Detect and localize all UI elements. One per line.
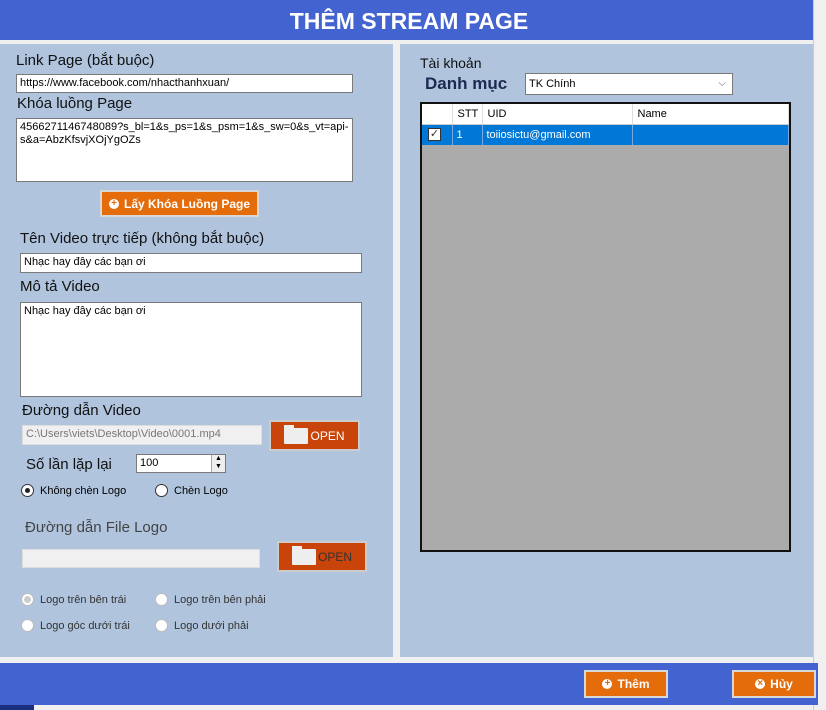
plus-icon: + [602,679,613,689]
open-video-label: OPEN [310,428,345,443]
logo-bottom-right-radio[interactable]: Logo dưới phải [155,619,249,632]
cell-name [632,124,789,145]
get-stream-key-button[interactable]: + Lấy Khóa Luồng Page [100,190,259,217]
repeat-label: Số lần lặp lại [26,456,112,473]
accounts-grid[interactable]: STT UID Name ✓ 1 toiiosictu@gmail.com [420,102,791,552]
table-row[interactable]: ✓ 1 toiiosictu@gmail.com [422,124,789,145]
radio-icon [155,484,168,497]
dialog-title: THÊM STREAM PAGE [0,0,818,40]
cell-stt: 1 [452,124,483,145]
chevron-down-icon: ⌵ [718,78,726,89]
taskbar-fragment [0,705,34,710]
radio-icon [21,484,34,497]
description-label: Mô tả Video [20,278,100,295]
left-panel: Link Page (bắt buộc) https://www.faceboo… [0,44,393,657]
stream-key-textarea[interactable]: 4566271146748089?s_bl=1&s_ps=1&s_psm=1&s… [16,118,353,182]
cell-uid: toiiosictu@gmail.com [482,124,633,145]
column-check [422,104,453,125]
logo-bottom-left-radio[interactable]: Logo góc dưới trái [21,619,130,632]
no-logo-radio[interactable]: Không chèn Logo [21,484,126,497]
account-label: Tài khoản [420,55,482,71]
open-logo-button[interactable]: OPEN [277,541,367,572]
link-page-label: Link Page (bắt buộc) [16,52,155,69]
stream-key-label: Khóa luồng Page [17,95,133,112]
close-icon: × [755,679,766,689]
category-value: TK Chính [529,78,576,90]
logo-bottom-left-label: Logo góc dưới trái [40,619,130,632]
footer-bar: + Thêm × Hủy [0,663,818,705]
logo-top-left-radio[interactable]: Logo trên bên trái [21,593,126,606]
radio-icon [21,593,34,606]
radio-icon [21,619,34,632]
logo-top-left-label: Logo trên bên trái [40,593,127,606]
logo-path-label: Đường dẫn File Logo [25,519,168,536]
grid-header: STT UID Name [422,104,789,125]
link-page-input[interactable]: https://www.facebook.com/nhacthanhxuan/ [16,74,353,93]
logo-top-right-radio[interactable]: Logo trên bên phải [155,593,266,606]
video-path-input[interactable]: C:\Users\viets\Desktop\Video\0001.mp4 [22,425,262,445]
open-logo-label: OPEN [317,549,352,564]
logo-path-input[interactable] [22,549,260,568]
repeat-stepper[interactable]: 100 ▲ ▼ [136,454,226,473]
description-textarea[interactable]: Nhạc hay đây các bạn ơi [20,302,362,397]
category-select[interactable]: TK Chính ⌵ [525,73,733,95]
window-edge [813,0,826,710]
cancel-label: Hủy [770,677,793,691]
with-logo-label: Chèn Logo [174,484,228,497]
no-logo-label: Không chèn Logo [40,484,127,497]
plus-icon: + [108,198,119,209]
folder-icon [291,545,316,565]
cancel-button[interactable]: × Hủy [732,670,816,698]
add-button[interactable]: + Thêm [584,670,668,698]
get-stream-key-label: Lấy Khóa Luồng Page [123,196,250,211]
column-uid[interactable]: UID [482,104,633,125]
radio-icon [155,593,168,606]
category-label: Danh mục [425,74,508,93]
open-video-button[interactable]: OPEN [269,420,360,451]
video-path-label: Đường dẫn Video [22,402,141,419]
repeat-value: 100 [140,457,159,469]
video-name-input[interactable]: Nhạc hay đây các bạn ơi [20,253,362,273]
spin-arrows-icon[interactable]: ▲ ▼ [211,455,225,472]
column-name[interactable]: Name [632,104,789,125]
right-panel: Tài khoản Danh mục TK Chính ⌵ STT UID Na… [400,44,813,657]
video-name-label: Tên Video trực tiếp (không bắt buộc) [20,230,265,247]
folder-icon [284,424,309,444]
checkbox-checked-icon[interactable]: ✓ [428,128,441,142]
with-logo-radio[interactable]: Chèn Logo [155,484,228,497]
add-label: Thêm [617,677,650,691]
logo-top-right-label: Logo trên bên phải [174,593,266,606]
logo-bottom-right-label: Logo dưới phải [174,619,249,632]
column-stt[interactable]: STT [452,104,483,125]
radio-icon [155,619,168,632]
